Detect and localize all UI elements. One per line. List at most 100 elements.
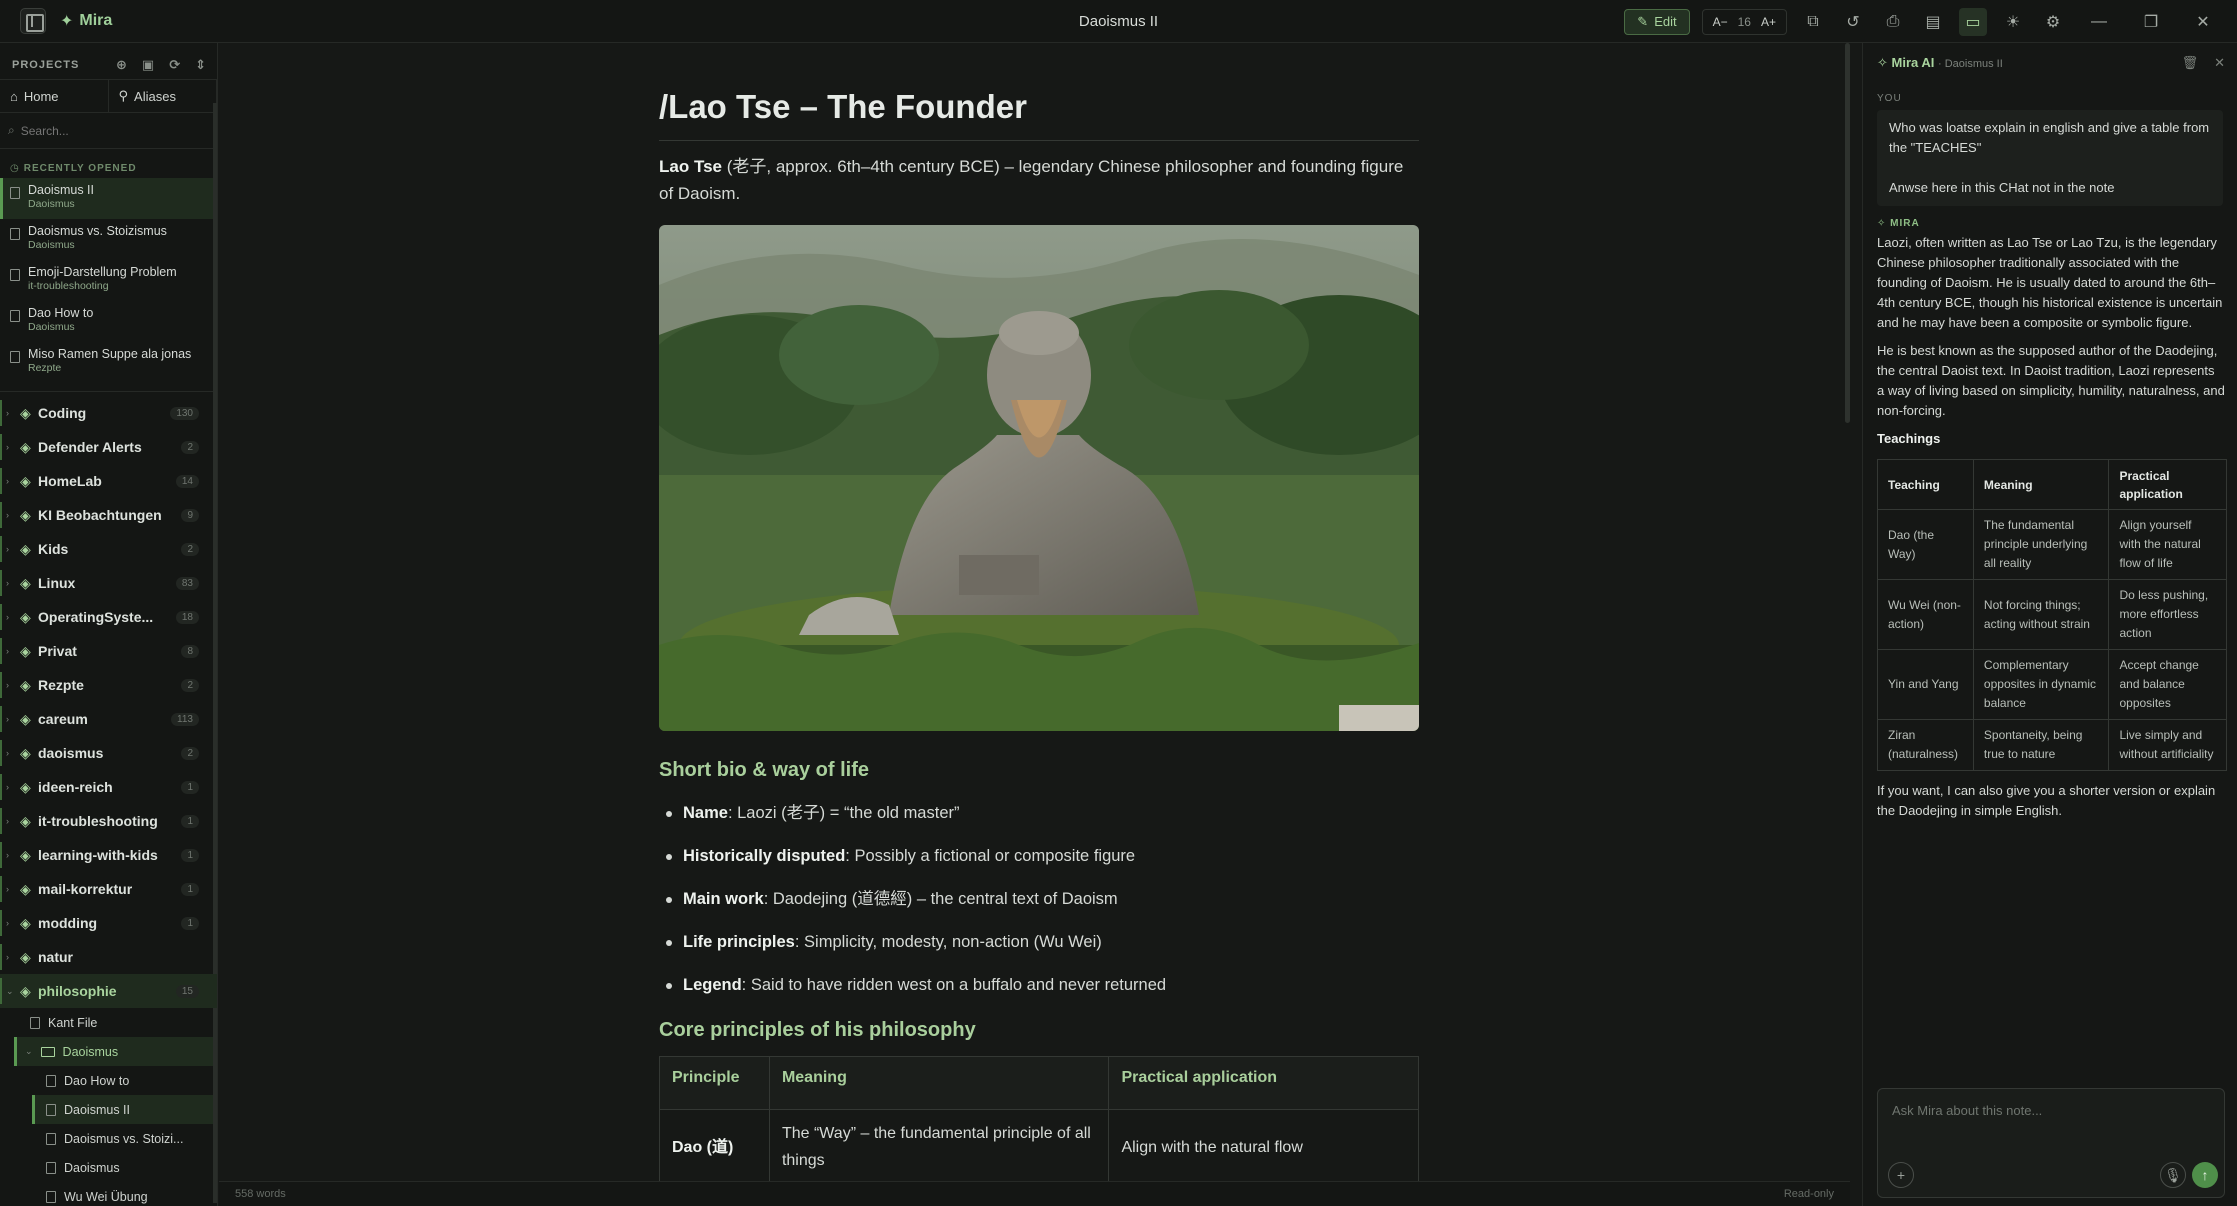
font-size-control: A− 16 A+ <box>1701 8 1787 35</box>
tree-file-name: Kant File <box>48 1015 98 1030</box>
project-item-it-troubleshooting[interactable]: › ◈ it-troubleshooting 1 <box>0 804 217 838</box>
trash-icon[interactable]: 🗑 <box>2182 55 2199 71</box>
collapse-icon[interactable]: ⇕ <box>195 57 207 73</box>
table-cell: Complementary opposites in dynamic balan… <box>1972 649 2110 720</box>
document-view: /Lao Tse – The Founder Lao Tse (老子, appr… <box>219 43 1850 1181</box>
home-label: Home <box>23 88 59 104</box>
font-increase-button[interactable]: A+ <box>1761 15 1776 29</box>
project-item-daoismus[interactable]: › ◈ daoismus 2 <box>0 736 217 770</box>
copy-icon[interactable]: ⧉ <box>1799 8 1827 36</box>
project-item-learning-with-kids[interactable]: › ◈ learning-with-kids 1 <box>0 838 217 872</box>
tree-file[interactable]: Wu Wei Übung <box>0 1182 217 1206</box>
project-item-homelab[interactable]: › ◈ HomeLab 14 <box>0 464 217 498</box>
refresh-icon[interactable]: ⟳ <box>169 57 181 73</box>
brand-name: Mira <box>79 12 113 29</box>
ai-chat-panel: ✧ Mira AI · Daoismus II 🗑 ✕ YOU Who was … <box>1862 43 2237 1206</box>
tree-folder-daoismus[interactable]: ⌄ Daoismus <box>14 1037 217 1066</box>
project-item-kids[interactable]: › ◈ Kids 2 <box>0 532 217 566</box>
response-paragraph: He is best known as the supposed author … <box>1877 343 2225 418</box>
ai-header-tools: 🗑 ✕ <box>2182 55 2225 71</box>
project-name: HomeLab <box>38 473 102 489</box>
recent-item[interactable]: Daoismus vs. Stoizismus Daoismus <box>0 219 217 260</box>
project-item-linux[interactable]: › ◈ Linux 83 <box>0 566 217 600</box>
project-count: 1 <box>181 882 199 896</box>
sidebar-nav-tabs: ⌂ Home ⚲ Aliases <box>0 79 217 113</box>
table-cell: Do less pushing, more effortless action <box>2108 579 2227 650</box>
project-item-privat[interactable]: › ◈ Privat 8 <box>0 634 217 668</box>
recent-item[interactable]: Miso Ramen Suppe ala jonas Rezpte <box>0 342 217 383</box>
chevron-right-icon: › <box>6 408 9 418</box>
tree-file-kant[interactable]: Kant File <box>0 1008 217 1037</box>
project-count: 130 <box>170 406 199 420</box>
add-attachment-icon[interactable]: + <box>1888 1162 1914 1188</box>
project-item-rezpte[interactable]: › ◈ Rezpte 2 <box>0 668 217 702</box>
chat-icon[interactable]: ▭ <box>1959 7 1987 36</box>
project-item-defender-alerts[interactable]: › ◈ Defender Alerts 2 <box>0 430 217 464</box>
document-icon <box>46 1161 56 1174</box>
new-file-icon[interactable]: ⊕ <box>116 57 128 73</box>
recent-item-project: Daoismus <box>28 321 75 333</box>
table-cell: The fundamental principle underlying all… <box>1972 509 2110 580</box>
toggle-sidebar-icon[interactable] <box>20 8 46 34</box>
tab-home[interactable]: ⌂ Home <box>0 80 109 112</box>
minimize-icon[interactable]: — <box>2079 13 2119 31</box>
project-item-modding[interactable]: › ◈ modding 1 <box>0 906 217 940</box>
list-item: Life principles: Simplicity, modesty, no… <box>659 921 1419 964</box>
project-item-mail-korrektur[interactable]: › ◈ mail-korrektur 1 <box>0 872 217 906</box>
edit-button[interactable]: ✎ Edit <box>1624 8 1690 35</box>
search-input[interactable] <box>20 123 191 138</box>
send-arrow-icon[interactable]: ↑ <box>2192 1162 2218 1188</box>
project-item-careum[interactable]: › ◈ careum 113 <box>0 702 217 736</box>
sidebar-divider <box>0 391 217 392</box>
mira-response: Laozi, often written as Lao Tse or Lao T… <box>1863 231 2237 821</box>
close-window-icon[interactable]: ✕ <box>2183 12 2223 32</box>
chevron-right-icon: › <box>6 646 9 656</box>
list-item-value: : Daodejing (道德經) – the central text of … <box>763 890 1118 908</box>
project-name: natur <box>38 949 73 965</box>
tree-file[interactable]: Dao How to <box>0 1066 217 1095</box>
project-item-ki-beobachtungen[interactable]: › ◈ KI Beobachtungen 9 <box>0 498 217 532</box>
status-bar: 558 words Read-only <box>219 1181 1850 1206</box>
read-mode-status: Read-only <box>1783 1188 1834 1200</box>
theme-sun-icon[interactable]: ☀ <box>1999 8 2027 36</box>
export-file-icon[interactable]: ⎙ <box>1879 8 1907 36</box>
layers-icon: ◈ <box>20 676 31 693</box>
table-header: Teaching <box>1877 459 1974 510</box>
recent-item[interactable]: Dao How to Daoismus <box>0 301 217 342</box>
recent-item[interactable]: Daoismus II Daoismus <box>0 178 217 219</box>
recent-item-title: Daoismus vs. Stoizismus <box>28 224 167 238</box>
microphone-icon[interactable]: 🎙 <box>2160 1162 2186 1188</box>
tab-aliases[interactable]: ⚲ Aliases <box>109 80 217 112</box>
tree-file-selected[interactable]: Daoismus II <box>32 1095 217 1124</box>
table-row: Ziran (naturalness) Spontaneity, being t… <box>1877 719 2227 771</box>
project-count: 15 <box>175 984 199 998</box>
list-item-key: Historically disputed <box>683 847 846 865</box>
maximize-icon[interactable]: ❐ <box>2131 12 2171 32</box>
font-decrease-button[interactable]: A− <box>1713 15 1728 29</box>
mira-label-text: MIRA <box>1890 218 1920 229</box>
project-item-ideen-reich[interactable]: › ◈ ideen-reich 1 <box>0 770 217 804</box>
tree-file[interactable]: Daoismus vs. Stoizi... <box>0 1124 217 1153</box>
project-item-operatingsystems[interactable]: › ◈ OperatingSyste... 18 <box>0 600 217 634</box>
history-icon[interactable]: ↺ <box>1839 8 1867 36</box>
recent-item-project: Daoismus <box>28 198 75 210</box>
project-item-philosophie[interactable]: ⌄ ◈ philosophie 15 <box>0 974 217 1008</box>
recent-item[interactable]: Emoji-Darstellung Problem it-troubleshoot… <box>0 260 217 301</box>
layers-icon: ◈ <box>20 574 31 591</box>
project-name: Linux <box>38 575 76 591</box>
tree-file[interactable]: Daoismus <box>0 1153 217 1182</box>
document-icon[interactable]: ▤ <box>1919 8 1947 36</box>
project-item-natur[interactable]: › ◈ natur <box>0 940 217 974</box>
document-scrollbar[interactable] <box>1845 43 1850 423</box>
project-item-coding[interactable]: › ◈ Coding 130 <box>0 396 217 430</box>
section-heading-bio: Short bio & way of life <box>659 759 870 781</box>
mira-label: ✧ MIRA <box>1863 206 2237 231</box>
project-name: modding <box>38 915 98 931</box>
new-folder-icon[interactable]: ▣ <box>142 57 155 73</box>
layers-icon: ◈ <box>20 846 31 863</box>
close-icon[interactable]: ✕ <box>2214 55 2225 71</box>
settings-gear-icon[interactable]: ⚙ <box>2039 8 2067 36</box>
chat-input[interactable] <box>1892 1103 2202 1143</box>
list-item-value: : Said to have ridden west on a buffalo … <box>741 976 1167 994</box>
table-cell: Spontaneity, being true to nature <box>1972 719 2110 771</box>
